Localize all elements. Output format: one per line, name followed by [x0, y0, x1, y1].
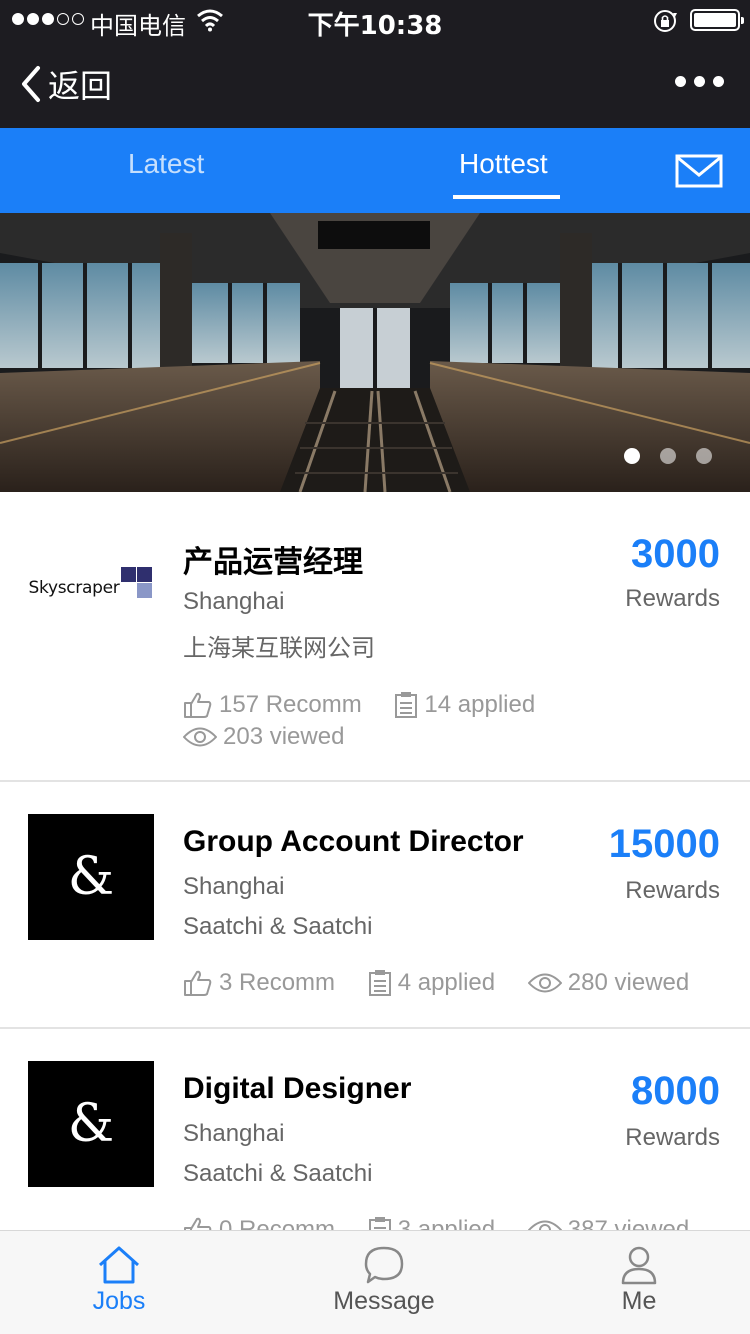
company-logo-skyscraper: Skyscraper	[28, 525, 154, 651]
company-logo-text: Skyscraper	[28, 578, 120, 598]
back-button[interactable]: 返回	[20, 64, 113, 105]
viewed-stat: 280 viewed	[527, 967, 690, 999]
job-title: 产品运营经理	[183, 545, 363, 580]
job-company: Saatchi & Saatchi	[183, 1160, 373, 1187]
battery-icon	[690, 9, 744, 31]
back-label: 返回	[48, 67, 113, 105]
clipboard-icon	[368, 969, 391, 996]
tabbar-item-message[interactable]: Message	[314, 1231, 454, 1334]
status-bar: 中国电信 下午10:38	[0, 0, 750, 41]
clipboard-icon	[395, 691, 418, 718]
carousel-dot-3[interactable]	[696, 448, 712, 464]
reward-amount: 15000	[608, 822, 720, 866]
viewed-count: 203 viewed	[223, 723, 345, 751]
tab-latest[interactable]: Latest	[128, 148, 204, 180]
rotation-lock-icon	[654, 10, 677, 32]
status-time: 下午10:38	[307, 11, 443, 41]
reward-label: Rewards	[625, 585, 720, 612]
applied-count: 14 applied	[424, 690, 536, 718]
recommend-stat: 3 Recomm	[183, 967, 335, 999]
applied-stat: 4 applied	[368, 967, 495, 999]
nav-bar: 返回	[0, 40, 750, 128]
eye-icon	[183, 727, 217, 747]
tabbar-item-jobs[interactable]: Jobs	[69, 1231, 169, 1334]
job-card[interactable]: & Group Account Director Shanghai Saatch…	[0, 782, 750, 1029]
reward-label: Rewards	[625, 877, 720, 904]
home-icon	[98, 1246, 140, 1284]
carousel-dot-2[interactable]	[660, 448, 676, 464]
viewed-count: 280 viewed	[567, 968, 690, 996]
applied-stat: 14 applied	[394, 689, 535, 721]
tabbar-label: Me	[621, 1287, 657, 1315]
reward-amount: 8000	[631, 1069, 720, 1113]
applied-count: 4 applied	[397, 968, 496, 996]
banner-carousel[interactable]	[0, 213, 750, 492]
company-logo-saatchi: &	[28, 814, 154, 940]
reward-label: Rewards	[625, 1124, 720, 1151]
job-company: 上海某互联网公司	[183, 634, 375, 662]
job-title: Group Account Director	[183, 825, 524, 858]
job-stats: 3 Recomm 4 applied 280 viewed	[183, 966, 713, 999]
company-logo-saatchi: &	[28, 1061, 154, 1187]
logo-squares-icon	[121, 567, 153, 599]
more-menu-button[interactable]	[675, 76, 724, 87]
job-city: Shanghai	[183, 873, 285, 900]
tabbar-item-me[interactable]: Me	[589, 1231, 689, 1334]
tab-hottest[interactable]: Hottest	[459, 148, 548, 180]
thumbs-up-icon	[184, 692, 212, 718]
top-bar: 中国电信 下午10:38 返回	[0, 0, 750, 128]
mail-icon[interactable]	[675, 154, 723, 188]
carousel-dot-1[interactable]	[624, 448, 640, 464]
reward-amount: 3000	[631, 532, 720, 576]
bottom-tab-bar: Jobs Message Me	[0, 1230, 750, 1334]
eye-icon	[527, 973, 562, 993]
tab-bar-top: Latest Hottest	[0, 128, 750, 213]
viewed-stat: 203 viewed	[183, 721, 344, 753]
job-title: Digital Designer	[183, 1072, 412, 1105]
job-stats: 157 Recomm 14 applied 203 viewed	[183, 688, 683, 753]
recommend-stat: 157 Recomm	[183, 689, 362, 721]
tabbar-label: Jobs	[92, 1287, 146, 1315]
chevron-left-icon	[22, 66, 40, 102]
job-card[interactable]: Skyscraper 产品运营经理 Shanghai 上海某互联网公司 3000…	[0, 492, 750, 782]
recommend-count: 157 Recomm	[219, 690, 362, 718]
job-city: Shanghai	[183, 1120, 285, 1147]
active-tab-indicator	[453, 195, 560, 199]
chat-bubble-icon	[364, 1246, 404, 1284]
recommend-count: 3 Recomm	[219, 968, 336, 996]
job-city: Shanghai	[183, 588, 285, 615]
tabbar-label: Message	[333, 1287, 435, 1315]
carousel-indicator	[624, 448, 712, 464]
job-company: Saatchi & Saatchi	[183, 913, 373, 940]
person-icon	[621, 1246, 657, 1285]
thumbs-up-icon	[184, 970, 212, 996]
